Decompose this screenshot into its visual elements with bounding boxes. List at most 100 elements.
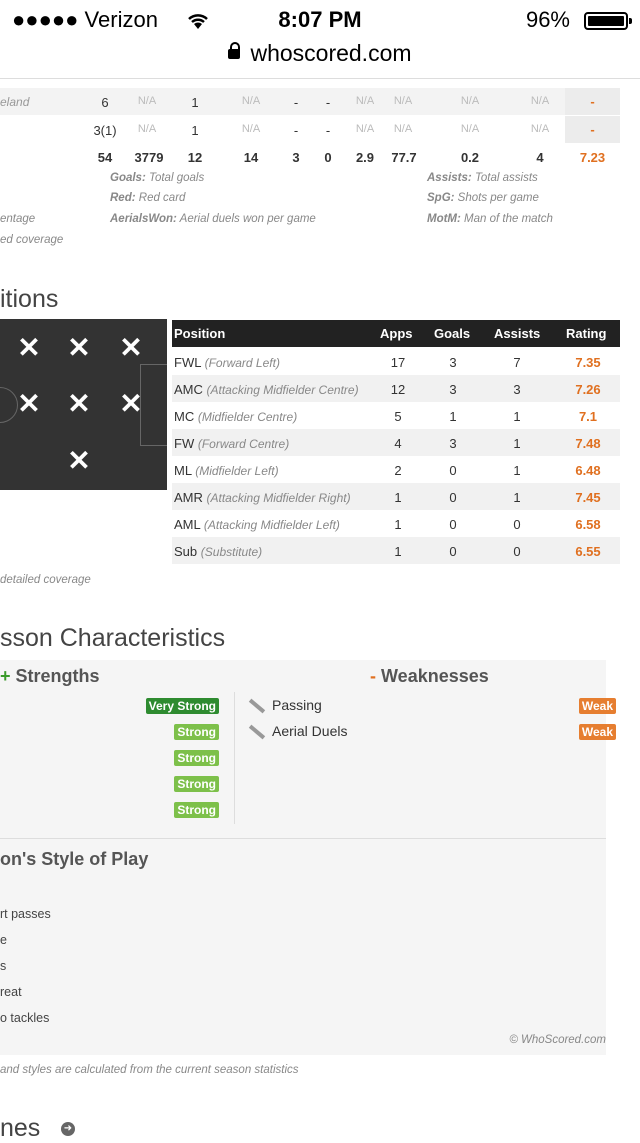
table-row: MC (Midfielder Centre) 5 1 1 7.1 bbox=[172, 402, 620, 429]
address-bar[interactable]: whoscored.com bbox=[0, 40, 640, 79]
cell-apps: 2 bbox=[394, 463, 402, 478]
cell-rating: - bbox=[565, 116, 620, 143]
cell: 2.9 bbox=[355, 150, 375, 165]
cell: N/A bbox=[355, 123, 375, 135]
table-row-total: 54 3779 12 14 3 0 2.9 77.7 0.2 4 7.23 bbox=[0, 143, 620, 170]
arrow-right-icon[interactable]: ➜ bbox=[61, 1122, 75, 1136]
cell-rating: 6.48 bbox=[575, 463, 601, 478]
characteristics-panel: + Strengths - Weaknesses Very Strong Str… bbox=[0, 660, 616, 1055]
position-description: (Attacking Midfielder Left) bbox=[203, 518, 340, 532]
style-item: reat bbox=[0, 985, 22, 999]
cell-goals: 12 bbox=[187, 150, 203, 165]
cell: 14 bbox=[243, 150, 259, 165]
position-marker: ✕ bbox=[119, 388, 143, 419]
cell-rating: 7.45 bbox=[575, 490, 601, 505]
position-code: AML bbox=[174, 517, 201, 532]
divider bbox=[0, 838, 606, 839]
cell-rating: 7.1 bbox=[578, 409, 598, 424]
cell-goals: 3 bbox=[449, 355, 457, 370]
position-code: FW bbox=[174, 436, 195, 451]
table-row: AML (Attacking Midfielder Left) 1 0 0 6.58 bbox=[172, 510, 620, 537]
header-goals[interactable]: Goals bbox=[434, 326, 470, 341]
legend-goals: Goals: Total goals bbox=[110, 172, 205, 184]
position-code: Sub bbox=[174, 544, 198, 559]
cell: N/A bbox=[460, 95, 480, 107]
position-cell: AMC (Attacking Midfielder Centre) bbox=[174, 382, 359, 397]
table-row: ML (Midfielder Left) 2 0 1 6.48 bbox=[172, 456, 620, 483]
cell-goals: 1 bbox=[191, 123, 199, 138]
position-code: AMC bbox=[174, 382, 203, 397]
cell: N/A bbox=[530, 123, 550, 135]
cell: 77.7 bbox=[391, 150, 417, 165]
cell-apps: 1 bbox=[394, 544, 402, 559]
header-assists[interactable]: Assists bbox=[494, 326, 540, 341]
header-position[interactable]: Position bbox=[174, 326, 225, 341]
position-cell: ML (Midfielder Left) bbox=[174, 463, 279, 478]
cell-rating: 7.35 bbox=[575, 355, 601, 370]
legend-motm: MotM: Man of the match bbox=[427, 213, 553, 225]
cell-assists: 0 bbox=[513, 517, 521, 532]
weakness-tag: Weak bbox=[578, 724, 616, 740]
table-row: Sub (Substitute) 1 0 0 6.55 bbox=[172, 537, 620, 564]
cell: 0 bbox=[324, 150, 332, 165]
strength-tag: Very Strong bbox=[145, 698, 219, 714]
style-item: rt passes bbox=[0, 907, 51, 921]
cell: - bbox=[325, 123, 331, 138]
cell-rating: 6.58 bbox=[575, 517, 601, 532]
position-marker: ✕ bbox=[67, 445, 91, 476]
style-of-play-heading: on's Style of Play bbox=[0, 849, 149, 869]
position-code: MC bbox=[174, 409, 195, 424]
position-cell: AMR (Attacking Midfielder Right) bbox=[174, 490, 351, 505]
position-marker: ✕ bbox=[17, 388, 41, 419]
position-description: (Midfielder Centre) bbox=[197, 410, 298, 424]
position-description: (Substitute) bbox=[200, 545, 263, 559]
table-row: AMR (Attacking Midfielder Right) 1 0 1 7.45 bbox=[172, 483, 620, 510]
position-cell: MC (Midfielder Centre) bbox=[174, 409, 297, 424]
cell-mins: N/A bbox=[137, 123, 157, 135]
cell-mins: 3779 bbox=[134, 150, 164, 165]
header-rating[interactable]: Rating bbox=[566, 326, 606, 341]
legend-aerials: AerialsWon: Aerial duels won per game bbox=[110, 213, 316, 225]
position-marker: ✕ bbox=[67, 332, 91, 363]
cell: 3 bbox=[292, 150, 300, 165]
wrench-icon bbox=[248, 724, 266, 740]
row-name: eland bbox=[0, 95, 30, 109]
position-description: (Midfielder Left) bbox=[195, 464, 279, 478]
style-item: s bbox=[0, 959, 7, 973]
cell-rating: - bbox=[565, 88, 620, 115]
legend-text: entage bbox=[0, 213, 36, 225]
position-description: (Forward Centre) bbox=[197, 437, 290, 451]
table-row: eland 6 N/A 1 N/A - - N/A N/A N/A N/A - bbox=[0, 88, 620, 115]
cell-goals: 1 bbox=[449, 409, 457, 424]
url-text: whoscored.com bbox=[250, 40, 412, 66]
battery-percent: 96% bbox=[525, 7, 570, 32]
position-cell: AML (Attacking Midfielder Left) bbox=[174, 517, 340, 532]
position-code: AMR bbox=[174, 490, 203, 505]
cell-goals: 0 bbox=[449, 463, 457, 478]
weakness-tag: Weak bbox=[578, 698, 616, 714]
cell: N/A bbox=[460, 123, 480, 135]
legend-assists: Assists: Total assists bbox=[427, 172, 538, 184]
minus-icon: - bbox=[370, 666, 376, 686]
weaknesses-heading: - Weaknesses bbox=[370, 666, 489, 686]
table-row: FWL (Forward Left) 17 3 7 7.35 bbox=[172, 348, 620, 375]
section-title-bottom: nes bbox=[0, 1114, 41, 1142]
header-apps[interactable]: Apps bbox=[380, 326, 413, 341]
strength-tag: Strong bbox=[174, 724, 219, 740]
cell-apps: 17 bbox=[390, 355, 406, 370]
cell: N/A bbox=[355, 95, 375, 107]
cell-rating: 7.48 bbox=[575, 436, 601, 451]
cell: N/A bbox=[393, 123, 413, 135]
cell-apps: 1 bbox=[394, 517, 402, 532]
strength-tag: Strong bbox=[174, 776, 219, 792]
cell-assists: 0 bbox=[513, 544, 521, 559]
position-description: (Forward Left) bbox=[204, 356, 280, 370]
cell-assists: 1 bbox=[513, 490, 521, 505]
cell-apps: 6 bbox=[101, 95, 109, 110]
cell: - bbox=[325, 95, 331, 110]
position-description: (Attacking Midfielder Centre) bbox=[206, 383, 359, 397]
cell-apps: 3(1) bbox=[93, 123, 117, 138]
cell-apps: 4 bbox=[394, 436, 402, 451]
cell: 0.2 bbox=[460, 150, 480, 165]
footnote: and styles are calculated from the curre… bbox=[0, 1064, 299, 1076]
